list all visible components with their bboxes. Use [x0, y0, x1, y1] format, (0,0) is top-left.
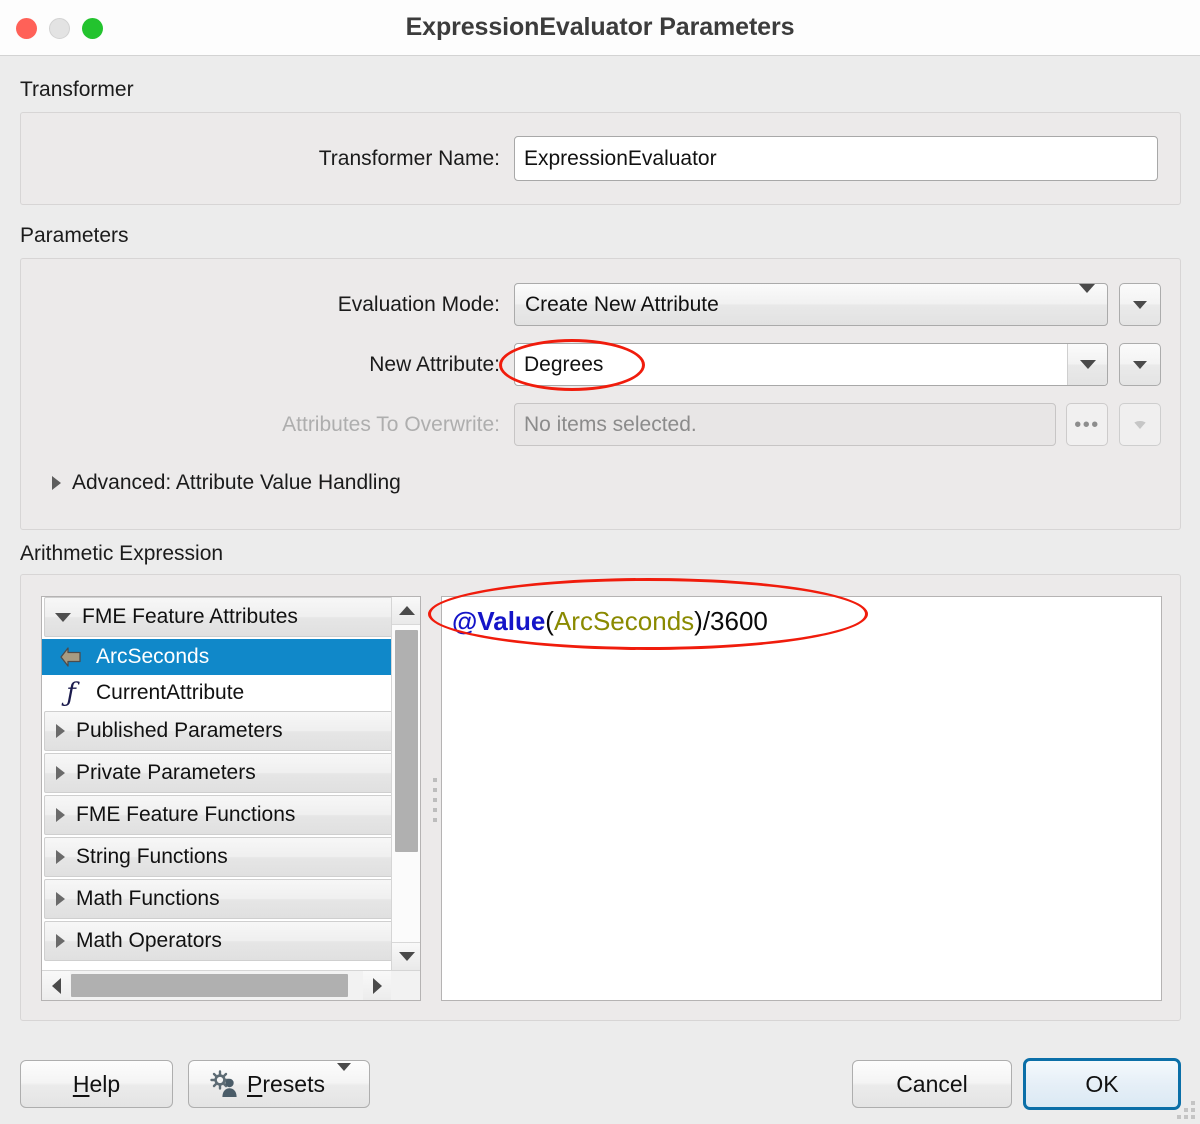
window-controls — [16, 18, 103, 39]
evaluation-mode-value: Create New Attribute — [525, 292, 719, 316]
minimize-button[interactable] — [49, 18, 70, 39]
triangle-left-icon — [51, 977, 61, 994]
tree-vertical-scrollbar[interactable] — [391, 597, 420, 970]
new-attribute-value: Degrees — [524, 352, 604, 376]
scroll-left-button[interactable] — [42, 971, 70, 1000]
arithmetic-expression-label: Arithmetic Expression — [20, 542, 224, 565]
tree-group-fme-feature-attributes[interactable]: FME Feature Attributes — [44, 597, 418, 637]
chevron-right-icon — [56, 850, 65, 864]
tree-vertical-scroll-thumb[interactable] — [395, 630, 418, 852]
gear-person-icon — [207, 1069, 241, 1099]
tree-horizontal-scrollbar[interactable] — [42, 970, 420, 1000]
function-fx-icon: ƒ — [66, 678, 76, 708]
expression-token-open-paren: ( — [545, 606, 554, 636]
panel-splitter-handle[interactable] — [429, 765, 441, 835]
presets-button[interactable]: Presets — [188, 1060, 370, 1108]
attributes-to-overwrite-options-button — [1119, 403, 1161, 446]
attribute-arrow-icon — [58, 646, 84, 668]
chevron-down-icon — [1133, 300, 1147, 309]
ok-button[interactable]: OK — [1023, 1058, 1181, 1110]
tree-leaf-currentattribute[interactable]: ƒ CurrentAttribute — [42, 675, 420, 711]
help-button[interactable]: Help — [20, 1060, 173, 1108]
tree-group-label: FME Feature Attributes — [82, 605, 298, 628]
tree-group-private-parameters[interactable]: Private Parameters — [44, 753, 418, 793]
tree-group-fme-feature-functions[interactable]: FME Feature Functions — [44, 795, 418, 835]
chevron-down-icon — [1133, 420, 1147, 429]
cancel-button[interactable]: Cancel — [852, 1060, 1012, 1108]
expression-editor[interactable]: @Value(ArcSeconds)/3600 — [441, 596, 1162, 1001]
evaluation-mode-combobox[interactable]: Create New Attribute — [514, 283, 1108, 326]
arithmetic-expression-groupbox: FME Feature Attributes ArcSeconds ƒ Curr… — [20, 574, 1181, 1021]
transformer-section-label: Transformer — [20, 78, 134, 101]
new-attribute-label: New Attribute: — [369, 353, 500, 376]
chevron-right-icon — [56, 934, 65, 948]
tree-leaf-arcseconds[interactable]: ArcSeconds — [42, 639, 420, 675]
tree-group-label: Math Functions — [76, 887, 220, 910]
tree-leaf-label: CurrentAttribute — [96, 681, 245, 704]
zoom-button[interactable] — [82, 18, 103, 39]
chevron-down-icon — [55, 612, 71, 622]
chevron-right-icon — [56, 766, 65, 780]
triangle-up-icon — [398, 606, 415, 615]
expression-token-function: @Value — [452, 606, 546, 636]
attributes-to-overwrite-value: No items selected. — [524, 412, 697, 436]
tree-group-label: FME Feature Functions — [76, 803, 296, 826]
tree-group-published-parameters[interactable]: Published Parameters — [44, 711, 418, 751]
chevron-down-icon[interactable] — [1067, 344, 1107, 385]
chevron-down-icon — [1079, 283, 1095, 317]
evaluation-mode-options-button[interactable] — [1119, 283, 1161, 326]
chevron-down-icon — [336, 1062, 351, 1098]
evaluation-mode-label: Evaluation Mode: — [337, 293, 500, 316]
scroll-up-button[interactable] — [392, 597, 420, 625]
transformer-name-value: ExpressionEvaluator — [524, 146, 717, 170]
attributes-to-overwrite-field: No items selected. — [514, 403, 1056, 446]
transformer-name-label: Transformer Name: — [318, 147, 500, 170]
scroll-right-button[interactable] — [363, 971, 391, 1000]
chevron-right-icon — [56, 892, 65, 906]
help-button-label: Help — [72, 1070, 121, 1097]
tree-group-label: Published Parameters — [76, 719, 283, 742]
title-bar: ExpressionEvaluator Parameters — [0, 0, 1200, 56]
tree-group-label: Private Parameters — [76, 761, 256, 784]
chevron-right-icon — [56, 724, 65, 738]
advanced-disclosure-row[interactable]: Advanced: Attribute Value Handling — [52, 471, 401, 495]
chevron-down-icon — [1133, 360, 1147, 369]
tree-group-label: Math Operators — [76, 929, 222, 952]
attributes-to-overwrite-label: Attributes To Overwrite: — [282, 413, 500, 436]
tree-group-math-functions[interactable]: Math Functions — [44, 879, 418, 919]
tree-group-string-functions[interactable]: String Functions — [44, 837, 418, 877]
expression-token-tail: )/3600 — [694, 606, 768, 636]
chevron-right-icon — [52, 476, 61, 490]
tree-horizontal-scroll-thumb[interactable] — [71, 974, 348, 997]
expression-tree-panel: FME Feature Attributes ArcSeconds ƒ Curr… — [41, 596, 421, 1001]
tree-group-label: String Functions — [76, 845, 228, 868]
new-attribute-combobox[interactable]: Degrees — [514, 343, 1108, 386]
ellipsis-icon: ••• — [1074, 413, 1100, 436]
triangle-right-icon — [372, 977, 382, 994]
parameters-section-label: Parameters — [20, 224, 129, 247]
transformer-name-input[interactable]: ExpressionEvaluator — [514, 136, 1158, 181]
ok-button-label: OK — [1085, 1070, 1119, 1097]
advanced-disclosure-label: Advanced: Attribute Value Handling — [72, 471, 401, 494]
close-button[interactable] — [16, 18, 37, 39]
scroll-down-button[interactable] — [392, 942, 420, 970]
tree-group-math-operators[interactable]: Math Operators — [44, 921, 418, 961]
chevron-right-icon — [56, 808, 65, 822]
triangle-down-icon — [398, 952, 415, 961]
expression-tree-body: FME Feature Attributes ArcSeconds ƒ Curr… — [42, 597, 420, 970]
cancel-button-label: Cancel — [896, 1070, 968, 1097]
expression-evaluator-dialog: ExpressionEvaluator Parameters Transform… — [0, 0, 1200, 1124]
attributes-to-overwrite-browse-button[interactable]: ••• — [1066, 403, 1108, 446]
tree-leaf-label: ArcSeconds — [96, 645, 210, 668]
presets-button-label: Presets — [247, 1070, 325, 1097]
expression-token-attribute: ArcSeconds — [553, 606, 695, 636]
window-resize-grip[interactable] — [1169, 1093, 1195, 1119]
window-title: ExpressionEvaluator Parameters — [405, 13, 795, 41]
new-attribute-options-button[interactable] — [1119, 343, 1161, 386]
